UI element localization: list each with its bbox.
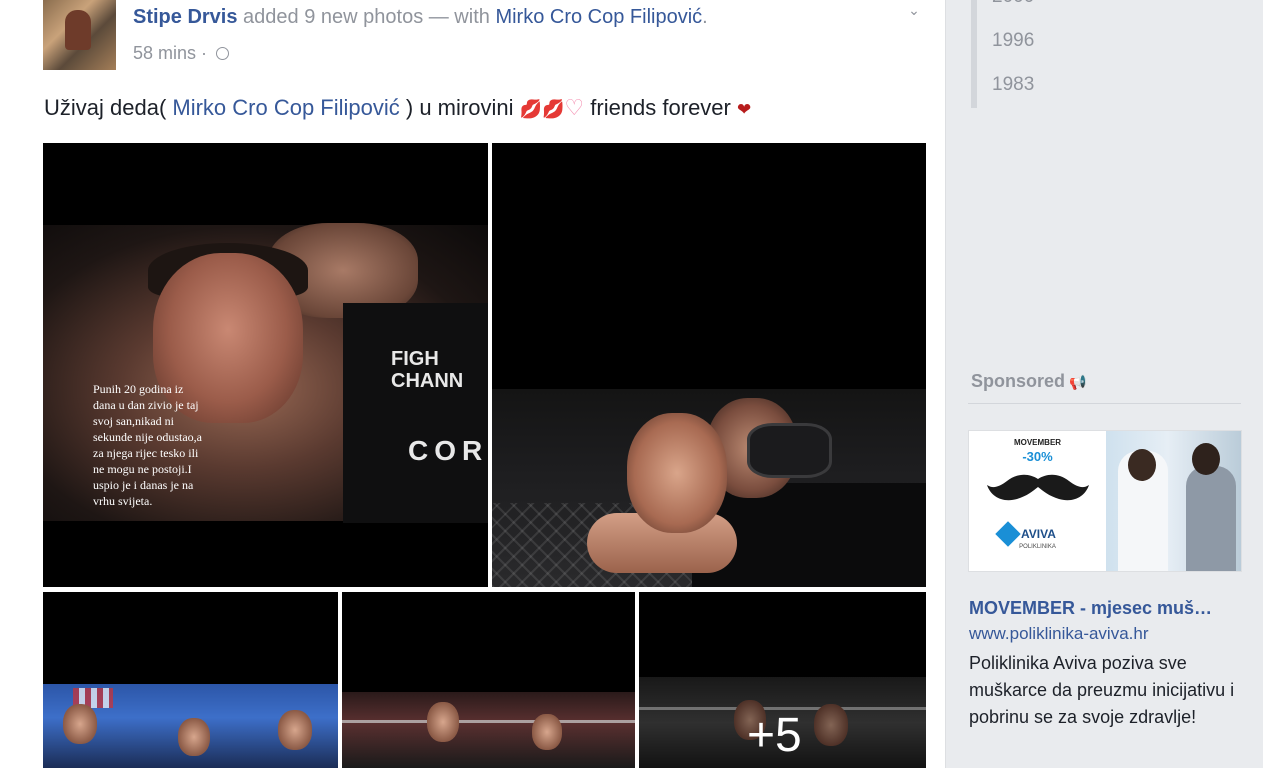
sponsored-heading: Sponsored 📢 [971,371,1086,392]
year-link[interactable]: 2000 [992,0,1034,8]
tagged-suffix: . [702,6,708,28]
post-timestamp[interactable]: 58 mins [133,43,196,63]
post-text-middle: ) u mirovini [399,95,520,120]
sponsored-label: Sponsored [971,371,1066,391]
post-card: Stipe Drvis added 9 new photos — with Mi… [0,0,946,768]
photo-3[interactable] [43,592,338,768]
kiss-lips-icon: 💋💋 [519,99,565,119]
post-text-mention-link[interactable]: Mirko Cro Cop Filipović [172,95,399,120]
megaphone-icon[interactable]: 📢 [1069,374,1086,391]
author-name-link[interactable]: Stipe Drvis [133,6,237,28]
ad-image[interactable]: MOVEMBER -30% AVIVA POLIKLINIKA [968,430,1242,572]
author-avatar[interactable] [43,0,116,70]
ad-url-link[interactable]: www.poliklinika-aviva.hr [969,624,1149,644]
post-header: Stipe Drvis added 9 new photos — with Mi… [133,6,708,29]
glove-shape [747,423,832,478]
more-photos-count[interactable]: +5 [747,710,802,762]
ad-image-brand-sub: POLIKLINIKA [1019,544,1056,550]
post-meta: 58 mins · [133,43,230,64]
photo-1[interactable]: FIGH CHANN COR Punih 20 godina iz dana u … [43,143,488,587]
sidebar-divider [968,403,1241,404]
ad-description: Poliklinika Aviva poziva sve muškarce da… [969,653,1235,727]
post-text: Uživaj deda( Mirko Cro Cop Filipović ) u… [44,95,751,121]
ad-image-left: MOVEMBER -30% AVIVA POLIKLINIKA [969,431,1106,571]
photo-2[interactable] [492,143,926,587]
photo-4-scene [342,692,635,768]
year-timeline-bar [971,0,977,108]
post-text-start: Uživaj deda( [44,95,173,120]
year-link[interactable]: 1996 [992,30,1034,52]
photo-5-more[interactable]: +5 [639,592,926,768]
ad-image-discount: -30% [1022,449,1053,464]
mustache-icon [987,474,1089,501]
post-text-end: friends forever [584,95,737,120]
photo-1-quote: Punih 20 godina iz dana u dan zivio je t… [93,382,202,508]
two-hearts-icon: ❤ [736,100,752,119]
chevron-down-icon[interactable]: ⌄ [905,2,923,20]
photo-4[interactable] [342,592,635,768]
post-action-text: added 9 new photos — with [237,6,496,28]
ad-image-brand: AVIVA [1021,527,1056,541]
aviva-logo-icon [995,521,1021,547]
ad-title-link[interactable]: MOVEMBER - mjesec muš… [969,598,1239,619]
year-link[interactable]: 1983 [992,74,1034,96]
ad-image-title: MOVEMBER [1013,438,1062,447]
tagged-person-link[interactable]: Mirko Cro Cop Filipović [495,6,702,28]
right-column: 2000 1996 1983 Sponsored📢 MOVEMBER -30% … [946,0,1263,768]
heart-outline-icon: ♡ [564,95,585,120]
photo-1-shirt-text-2: COR [408,435,488,466]
globe-icon[interactable] [216,46,230,60]
photo-1-shirt-text: FIGH CHANN [391,348,464,392]
meta-separator: · [196,43,213,63]
ad-image-right [1106,431,1241,571]
